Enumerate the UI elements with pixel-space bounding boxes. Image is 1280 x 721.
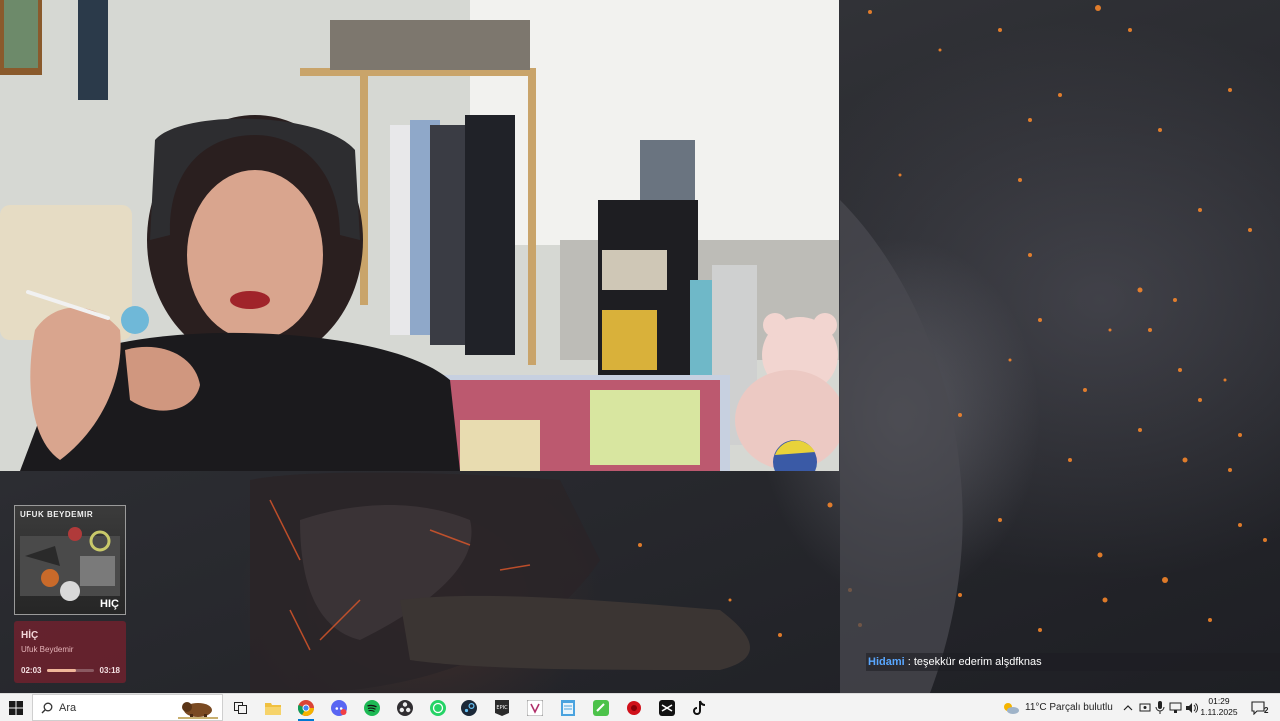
chat-separator: : bbox=[904, 656, 914, 668]
volume-icon bbox=[1186, 702, 1198, 713]
tray-meet-button[interactable] bbox=[1139, 694, 1151, 721]
svg-text:EPIC: EPIC bbox=[496, 705, 508, 711]
bison-illustration-icon bbox=[178, 701, 218, 719]
album-title-text: HIÇ bbox=[100, 598, 119, 610]
song-title: HİÇ bbox=[21, 630, 39, 641]
taskbar-app-steam[interactable] bbox=[456, 694, 482, 721]
discord-icon bbox=[331, 699, 347, 716]
microphone-icon bbox=[1155, 701, 1165, 714]
vegas-icon bbox=[527, 699, 543, 716]
show-hidden-icons-button[interactable] bbox=[1123, 694, 1133, 721]
spotify-icon bbox=[364, 699, 380, 716]
partly-cloudy-icon bbox=[1004, 702, 1019, 714]
task-view-icon bbox=[233, 701, 247, 714]
epic-games-icon: EPIC bbox=[495, 699, 509, 716]
taskbar-app-epic-games[interactable]: EPIC bbox=[489, 694, 515, 721]
progress-bar-fill bbox=[47, 668, 77, 672]
network-icon bbox=[1169, 702, 1182, 713]
track-info-card: HİÇ Ufuk Beydemir 02:03 03:18 bbox=[14, 621, 126, 683]
steam-icon bbox=[461, 699, 477, 716]
album-artist-text: UFUK BEYDEMIR bbox=[20, 510, 94, 519]
tiktok-icon bbox=[693, 700, 706, 715]
clock-date: 1.11.2025 bbox=[1200, 707, 1238, 717]
webcam-feed bbox=[0, 0, 839, 471]
taskbar-app-capcut[interactable] bbox=[654, 694, 680, 721]
file-explorer-icon bbox=[265, 702, 281, 715]
taskbar-app-discord[interactable] bbox=[326, 694, 352, 721]
chat-text: teşekkür ederim alşdfknas bbox=[913, 656, 1042, 668]
playback-time-row: 02:03 03:18 bbox=[21, 664, 120, 676]
now-playing-widget: UFUK BEYDEMIR HIÇ HİÇ Ufuk Beydemir 02:0… bbox=[14, 505, 126, 683]
taskbar-app-green[interactable] bbox=[588, 694, 614, 721]
taskbar-app-notepad[interactable] bbox=[555, 694, 581, 721]
notepad-icon bbox=[561, 699, 575, 716]
elapsed-time: 02:03 bbox=[21, 665, 42, 675]
taskbar-app-red[interactable] bbox=[621, 694, 647, 721]
taskbar-app-obs[interactable] bbox=[392, 694, 418, 721]
red-app-icon bbox=[627, 700, 641, 715]
tray-volume-button[interactable] bbox=[1185, 694, 1198, 721]
weather-widget[interactable]: 11°C Parçalı bulutlu bbox=[1002, 694, 1113, 721]
taskbar-app-tiktok[interactable] bbox=[686, 694, 712, 721]
whatsapp-icon bbox=[430, 699, 446, 716]
taskbar-app-file-explorer[interactable] bbox=[260, 694, 286, 721]
windows-icon bbox=[9, 700, 23, 715]
chat-username: Hidami bbox=[868, 656, 905, 668]
chrome-icon bbox=[298, 699, 314, 716]
screen-icon bbox=[1139, 703, 1151, 711]
chevron-up-icon bbox=[1123, 704, 1133, 710]
progress-bar bbox=[47, 668, 94, 672]
total-duration: 03:18 bbox=[99, 665, 120, 675]
search-placeholder: Ara bbox=[59, 701, 77, 714]
search-icon bbox=[41, 702, 53, 713]
green-app-icon bbox=[593, 699, 609, 716]
chat-message: Hidami : teşekkür ederim alşdfknas bbox=[866, 653, 1280, 671]
taskbar-search[interactable]: Ara bbox=[32, 694, 223, 721]
taskbar-app-spotify[interactable] bbox=[359, 694, 385, 721]
taskbar-app-vegas[interactable] bbox=[522, 694, 548, 721]
clock-time: 01:29 bbox=[1208, 696, 1230, 706]
taskbar-app-whatsapp[interactable] bbox=[425, 694, 451, 721]
taskbar: Ara EPIC 11°C Parçalı bulutlu 01:29 1.11… bbox=[0, 693, 1280, 721]
capcut-icon bbox=[659, 699, 675, 716]
notification-count: 2 bbox=[1264, 706, 1269, 715]
album-cover: UFUK BEYDEMIR HIÇ bbox=[14, 505, 126, 615]
notification-center-button[interactable]: 2 bbox=[1251, 694, 1268, 721]
taskbar-clock[interactable]: 01:29 1.11.2025 bbox=[1198, 696, 1240, 718]
task-view-button[interactable] bbox=[227, 694, 253, 721]
webcam-scene bbox=[0, 0, 839, 471]
song-artist: Ufuk Beydemir bbox=[21, 645, 74, 654]
tray-network-button[interactable] bbox=[1169, 694, 1182, 721]
weather-text: 11°C Parçalı bulutlu bbox=[1025, 702, 1113, 713]
obs-icon bbox=[397, 699, 413, 716]
tray-microphone-button[interactable] bbox=[1155, 694, 1165, 721]
taskbar-app-chrome[interactable] bbox=[293, 694, 319, 721]
start-button[interactable] bbox=[2, 694, 30, 721]
